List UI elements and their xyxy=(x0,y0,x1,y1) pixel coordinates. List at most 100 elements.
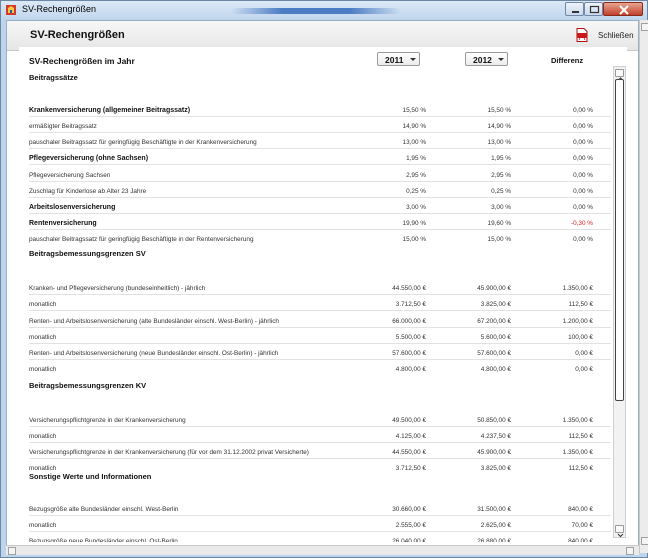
table-row: Renten- und Arbeitslosenversicherung (al… xyxy=(19,314,611,330)
row-label: Krankenversicherung (allgemeiner Beitrag… xyxy=(29,107,191,114)
row-label: monatlich xyxy=(29,465,57,472)
row-label: Arbeitslosenversicherung xyxy=(29,204,116,211)
table-row: Versicherungspflichtgrenze in der Kranke… xyxy=(19,445,611,461)
value-year2: 0,25 % xyxy=(491,188,511,195)
table-row: monatlich 3.712,50 € 3.825,00 € 112,50 € xyxy=(19,297,611,313)
value-difference: 0,00 % xyxy=(573,123,593,130)
value-year1: 49.500,00 € xyxy=(392,417,426,424)
table-row: pauschaler Beitragssatz für geringfügig … xyxy=(19,232,611,248)
table-row: monatlich 5.500,00 € 5.600,00 € 100,00 € xyxy=(19,330,611,346)
table-row: Krankenversicherung (allgemeiner Beitrag… xyxy=(19,103,611,119)
value-difference: 0,00 % xyxy=(573,155,593,162)
pdf-icon[interactable] xyxy=(576,28,588,42)
value-year1: 15,50 % xyxy=(402,107,426,114)
window-horizontal-scrollbar[interactable] xyxy=(6,545,639,555)
row-label: monatlich xyxy=(29,301,57,308)
scroll-left-button[interactable] xyxy=(8,547,16,555)
value-difference: 0,00 % xyxy=(573,107,593,114)
scroll-up-button[interactable] xyxy=(641,23,648,31)
value-difference: 100,00 € xyxy=(568,334,593,341)
value-difference: 0,00 % xyxy=(573,204,593,211)
value-difference: 0,00 € xyxy=(575,350,593,357)
table-scrollbar[interactable] xyxy=(613,66,626,538)
value-year2: 15,50 % xyxy=(487,107,511,114)
row-label: pauschaler Beitragssatz für geringfügig … xyxy=(29,139,257,146)
page-title: SV-Rechengrößen xyxy=(30,29,125,41)
chevron-down-icon xyxy=(498,58,504,61)
value-difference: -0,30 % xyxy=(570,220,593,227)
table-row: Arbeitslosenversicherung 3,00 % 3,00 % 0,00… xyxy=(19,200,611,216)
value-year2: 19,60 % xyxy=(487,220,511,227)
values-table: Beitragssätze Beitragsbemessungsgrenzen S… xyxy=(19,70,611,542)
value-year2: 4.237,50 € xyxy=(480,433,511,440)
table-title: SV-Rechengrößen im Jahr xyxy=(29,56,135,66)
value-difference: 1.350,00 € xyxy=(562,449,593,456)
table-row: Rentenversicherung 19,90 % 19,60 % -0,30 % xyxy=(19,216,611,232)
value-year2: 3,00 % xyxy=(491,204,511,211)
row-label: Kranken- und Pflegeversicherung (bundese… xyxy=(29,285,206,292)
table-row: Zuschlag für Kinderlose ab Alter 23 Jahr… xyxy=(19,184,611,200)
value-difference: 1.350,00 € xyxy=(562,417,593,424)
year2-select[interactable]: 2012 xyxy=(465,52,508,66)
value-year2: 45.900,00 € xyxy=(477,449,511,456)
value-year2: 45.900,00 € xyxy=(477,285,511,292)
value-year1: 14,90 % xyxy=(402,123,426,130)
section-heading: Beitragssätze xyxy=(29,73,78,82)
close-link[interactable]: Schließen xyxy=(598,31,634,40)
window-close-button[interactable] xyxy=(603,2,643,16)
value-difference: 0,00 % xyxy=(573,139,593,146)
scroll-down-button[interactable] xyxy=(615,525,624,538)
value-year2: 3.825,00 € xyxy=(480,465,511,472)
value-difference: 840,00 € xyxy=(568,506,593,513)
value-year2: 26.880,00 € xyxy=(477,538,511,542)
value-year1: 19,90 % xyxy=(402,220,426,227)
table-row: monatlich 4.800,00 € 4.800,00 € 0,00 € xyxy=(19,362,611,378)
row-label: Bezugsgröße neue Bundesländer einschl. O… xyxy=(29,538,178,542)
year1-value: 2011 xyxy=(385,55,404,65)
row-label: ermäßigter Beitragssatz xyxy=(29,123,97,130)
rechengroessen-panel: SV-Rechengrößen im Jahr 2011 2012 Differ… xyxy=(19,47,627,542)
chevron-down-icon xyxy=(410,58,416,61)
scroll-down-button[interactable] xyxy=(641,537,648,545)
minimize-button[interactable] xyxy=(565,2,584,16)
value-year2: 13,00 % xyxy=(487,139,511,146)
value-difference: 112,50 € xyxy=(568,465,593,472)
value-year1: 3,00 % xyxy=(406,204,426,211)
scroll-right-button[interactable] xyxy=(626,547,634,555)
app-window: SV-Rechengrößen SV-Rechengrößen Schließe… xyxy=(0,0,648,558)
window-vertical-scrollbar[interactable] xyxy=(639,20,648,553)
value-year1: 1,95 % xyxy=(406,155,426,162)
value-year1: 3.712,50 € xyxy=(395,465,426,472)
difference-header: Differenz xyxy=(551,56,584,65)
table-row: monatlich 2.555,00 € 2.625,00 € 70,00 € xyxy=(19,518,611,534)
column-header: SV-Rechengrößen im Jahr 2011 2012 Differ… xyxy=(19,47,627,71)
value-year2: 14,90 % xyxy=(487,123,511,130)
table-row: Bezugsgröße alte Bundesländer einschl. W… xyxy=(19,502,611,518)
value-difference: 0,00 % xyxy=(573,236,593,243)
table-row: Pflegeversicherung (ohne Sachsen) 1,95 % 1… xyxy=(19,151,611,167)
value-difference: 0,00 % xyxy=(573,172,593,179)
year1-select[interactable]: 2011 xyxy=(377,52,420,66)
maximize-button[interactable] xyxy=(584,2,603,16)
value-year1: 5.500,00 € xyxy=(395,334,426,341)
value-year1: 57.600,00 € xyxy=(392,350,426,357)
value-year1: 13,00 % xyxy=(402,139,426,146)
row-label: Pflegeversicherung Sachsen xyxy=(29,172,111,179)
value-year1: 44.550,00 € xyxy=(392,285,426,292)
value-year1: 2,95 % xyxy=(406,172,426,179)
value-difference: 112,50 € xyxy=(568,433,593,440)
value-year1: 30.660,00 € xyxy=(392,506,426,513)
table-row: pauschaler Beitragssatz für geringfügig … xyxy=(19,135,611,151)
value-difference: 112,50 € xyxy=(568,301,593,308)
scroll-thumb[interactable] xyxy=(615,79,624,401)
value-year1: 3.712,50 € xyxy=(395,301,426,308)
row-label: Renten- und Arbeitslosenversicherung (ne… xyxy=(29,350,279,357)
value-year1: 66.000,00 € xyxy=(392,318,426,325)
row-label: pauschaler Beitragssatz für geringfügig … xyxy=(29,236,254,243)
value-year2: 2,95 % xyxy=(491,172,511,179)
scroll-up-button[interactable] xyxy=(615,69,624,81)
window-titlebar[interactable]: SV-Rechengrößen xyxy=(1,1,647,19)
value-year1: 44.550,00 € xyxy=(392,449,426,456)
value-year2: 2.625,00 € xyxy=(480,522,511,529)
value-difference: 1.350,00 € xyxy=(562,285,593,292)
